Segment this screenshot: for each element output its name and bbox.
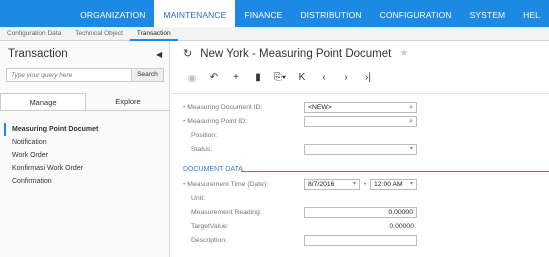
label-measuring-document-id: Measuring Document ID: [183, 104, 262, 111]
previous-record-icon[interactable]: ‹ [313, 71, 335, 85]
section-divider [241, 171, 549, 172]
module-system[interactable]: SYSTEM [461, 0, 515, 27]
chevron-down-icon: ▾ [352, 181, 356, 187]
measurement-reading-field[interactable]: 0.00000 [304, 207, 417, 218]
copy-paste-icon[interactable]: ⎘▾ [269, 71, 291, 85]
row-position: Position: [171, 130, 549, 143]
measuring-document-id-value: <NEW> [308, 104, 332, 111]
last-record-icon[interactable]: ›| [357, 71, 379, 85]
label-description: Description: [191, 237, 227, 244]
nav-item-notification[interactable]: Notification [8, 136, 98, 149]
measurement-time-value: 12:00 AM [374, 181, 403, 188]
first-record-icon[interactable]: K [291, 71, 313, 85]
tab-manage[interactable]: Manage [0, 93, 86, 110]
nav-item-measuring-point-documet[interactable]: Measuring Point Documet [4, 123, 98, 136]
undo-icon[interactable]: ↶ [203, 71, 225, 85]
row-measuring-document-id: Measuring Document ID: <NEW> ⌕ [171, 102, 549, 115]
chevron-down-icon: ▾ [409, 146, 413, 152]
module-bar: ORGANIZATION MAINTENANCE FINANCE DISTRIB… [0, 0, 549, 27]
row-status: Status: ▾ [171, 144, 549, 157]
label-measuring-point-id: Measuring Point ID: [183, 118, 247, 125]
module-maintenance[interactable]: MAINTENANCE [154, 0, 236, 27]
next-record-icon[interactable]: › [335, 71, 357, 85]
search-box: Search [6, 68, 164, 82]
left-panel: Transaction ◀ Search Manage Explore Meas… [0, 41, 170, 257]
tab-explore[interactable]: Explore [86, 93, 170, 110]
target-value: 0.00000 [389, 223, 414, 230]
search-input[interactable] [7, 69, 131, 81]
label-unit: Unit: [191, 195, 205, 202]
sub-navigation: Configuration Data Technical Object Tran… [0, 27, 549, 41]
measuring-document-id-field[interactable]: <NEW> ⌕ [304, 102, 417, 113]
measuring-point-id-field[interactable]: ⌕ [304, 116, 417, 127]
delete-icon[interactable]: ▮ [247, 71, 269, 85]
row-measurement-reading: Measurement Reading: 0.00000 [171, 207, 549, 220]
module-help[interactable]: HEL [514, 0, 549, 27]
row-target-value: TargetValue: 0.00000 [171, 221, 549, 234]
label-status: Status: [191, 146, 213, 153]
refresh-icon[interactable]: ↻ [183, 47, 192, 60]
measurement-time-field[interactable]: 12:00 AM ▾ [370, 179, 417, 190]
subtab-transaction[interactable]: Transaction [129, 27, 178, 41]
label-target-value: TargetValue: [191, 223, 229, 230]
toolbar: ▣ ↶ + ▮ ⎘▾ K ‹ › ›| [181, 71, 379, 85]
page-title: New York - Measuring Point Documet [200, 47, 392, 60]
nav-item-konfirmasi-work-order[interactable]: Konfirmasi Work Order [8, 162, 98, 175]
lookup-search-icon[interactable]: ⌕ [409, 117, 413, 126]
label-measurement-time: Measurement Time (Date): [183, 181, 268, 188]
collapse-panel-icon[interactable]: ◀ [156, 50, 164, 60]
page-header: ↻ New York - Measuring Point Documet ★ [183, 47, 408, 61]
subtab-technical-object[interactable]: Technical Object [68, 30, 130, 37]
module-distribution[interactable]: DISTRIBUTION [291, 0, 370, 27]
subtab-configuration-data[interactable]: Configuration Data [0, 30, 68, 37]
row-measuring-point-id: Measuring Point ID: ⌕ [171, 116, 549, 129]
save-icon[interactable]: ▣ [181, 71, 203, 85]
row-unit: Unit: [171, 193, 549, 206]
section-document-data: DOCUMENT DATA [183, 166, 243, 173]
left-nav-list: Measuring Point Documet Notification Wor… [4, 123, 98, 188]
chevron-down-icon: ▾ [409, 181, 413, 187]
required-dot: • [364, 181, 367, 188]
measurement-date-field[interactable]: 8/7/2016 ▾ [304, 179, 360, 190]
nav-item-work-order[interactable]: Work Order [8, 149, 98, 162]
module-configuration[interactable]: CONFIGURATION [371, 0, 461, 27]
add-icon[interactable]: + [225, 71, 247, 85]
favorite-star-icon[interactable]: ★ [399, 48, 408, 59]
toolbar-divider [171, 93, 549, 94]
lookup-search-icon[interactable]: ⌕ [409, 103, 413, 112]
label-measurement-reading: Measurement Reading: [191, 209, 262, 216]
nav-item-confirmation[interactable]: Confirmation [8, 175, 98, 188]
row-measurement-time: Measurement Time (Date): 8/7/2016 ▾ • 12… [171, 179, 549, 192]
status-select[interactable]: ▾ [304, 144, 417, 155]
module-finance[interactable]: FINANCE [235, 0, 291, 27]
row-description: Description: [171, 235, 549, 248]
left-panel-title: Transaction [8, 48, 68, 60]
main-content: ↻ New York - Measuring Point Documet ★ ▣… [171, 41, 549, 257]
search-button[interactable]: Search [131, 69, 163, 81]
label-position: Position: [191, 132, 218, 139]
measurement-date-value: 8/7/2016 [308, 181, 335, 188]
left-tabs: Manage Explore [0, 93, 170, 111]
module-organization[interactable]: ORGANIZATION [71, 0, 154, 27]
description-field[interactable] [304, 235, 417, 246]
